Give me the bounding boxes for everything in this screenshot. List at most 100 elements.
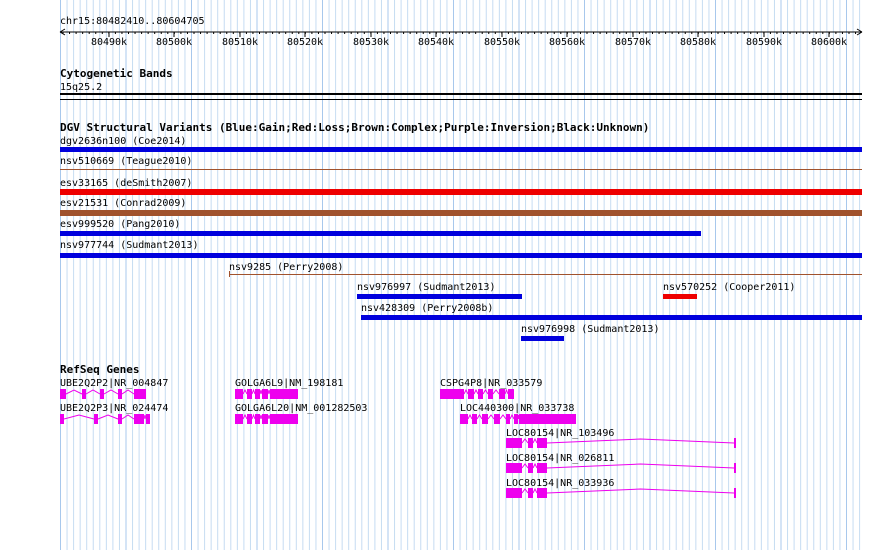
refseq-gene-exon[interactable]: [60, 389, 66, 399]
refseq-gene-exon[interactable]: [94, 414, 98, 424]
refseq-gene-exon[interactable]: [514, 414, 518, 424]
dgv-variant-bar[interactable]: [361, 315, 862, 320]
refseq-gene-exon[interactable]: [519, 414, 576, 424]
ruler-tick-label: 80590k: [746, 37, 782, 48]
dgv-track-header: DGV Structural Variants (Blue:Gain;Red:L…: [60, 121, 649, 134]
refseq-gene-exon[interactable]: [60, 414, 64, 424]
refseq-gene-exon[interactable]: [270, 414, 298, 424]
refseq-gene-exon[interactable]: [506, 463, 522, 473]
dgv-variant-label: dgv2636n100 (Coe2014): [60, 136, 186, 147]
refseq-gene-exon[interactable]: [494, 414, 500, 424]
refseq-gene-exon[interactable]: [262, 389, 268, 399]
refseq-gene-exon[interactable]: [528, 488, 533, 498]
refseq-gene-exon[interactable]: [468, 389, 474, 399]
refseq-gene-intron: [521, 463, 529, 469]
refseq-gene-exon[interactable]: [247, 389, 252, 399]
refseq-gene[interactable]: LOC80154|NR_103496: [506, 428, 736, 448]
refseq-gene[interactable]: LOC80154|NR_026811: [506, 453, 736, 473]
ruler-tick-label: 80550k: [484, 37, 520, 48]
refseq-gene-exon[interactable]: [506, 488, 522, 498]
dgv-variant-label: nsv977744 (Sudmant2013): [60, 240, 198, 251]
refseq-gene-label: GOLGA6L9|NM_198181: [235, 378, 343, 389]
refseq-gene-exon[interactable]: [460, 414, 468, 424]
refseq-gene-exon[interactable]: [472, 414, 477, 424]
cytoband-outline: [60, 99, 862, 100]
refseq-gene-exon[interactable]: [100, 389, 104, 399]
refseq-gene-exon[interactable]: [537, 463, 542, 473]
refseq-gene-exon[interactable]: [528, 438, 533, 448]
refseq-gene-intron: [463, 388, 469, 395]
refseq-gene-exon[interactable]: [542, 488, 547, 498]
dgv-variant-label: nsv510669 (Teague2010): [60, 156, 192, 167]
refseq-gene-exon[interactable]: [440, 389, 464, 399]
refseq-gene-exon[interactable]: [734, 438, 736, 448]
ruler-tick-label: 80560k: [549, 37, 585, 48]
dgv-variant[interactable]: nsv976997 (Sudmant2013): [357, 282, 522, 299]
refseq-gene-intron: [97, 414, 119, 420]
refseq-gene-exon[interactable]: [255, 389, 260, 399]
refseq-gene-exon[interactable]: [255, 414, 260, 424]
refseq-gene-intron: [467, 413, 473, 420]
dgv-variant-bar[interactable]: [521, 336, 564, 341]
refseq-gene-exon[interactable]: [528, 463, 533, 473]
refseq-gene-exon[interactable]: [134, 389, 146, 399]
refseq-gene-label: LOC80154|NR_103496: [506, 428, 614, 439]
refseq-gene-exon[interactable]: [118, 389, 122, 399]
refseq-gene-exon[interactable]: [82, 389, 86, 399]
dgv-variant-bar[interactable]: [60, 210, 862, 216]
ruler-tick-label: 80510k: [222, 37, 258, 48]
dgv-variant[interactable]: esv999520 (Pang2010): [60, 219, 701, 236]
dgv-variant[interactable]: nsv976998 (Sudmant2013): [521, 324, 659, 341]
refseq-gene-exon[interactable]: [537, 488, 542, 498]
refseq-gene-exon[interactable]: [734, 488, 736, 498]
refseq-gene-exon[interactable]: [247, 414, 252, 424]
cytoband-bar: [60, 93, 862, 95]
refseq-gene-exon[interactable]: [235, 389, 243, 399]
refseq-gene[interactable]: GOLGA6L9|NM_198181: [235, 378, 343, 399]
dgv-variant[interactable]: nsv428309 (Perry2008b): [361, 303, 862, 320]
dgv-variant-label: nsv976998 (Sudmant2013): [521, 324, 659, 335]
cytoband-track-header: Cytogenetic Bands: [60, 67, 173, 80]
refseq-gene-exon[interactable]: [537, 438, 542, 448]
dgv-variant-bar[interactable]: [60, 231, 701, 236]
refseq-gene-intron: [482, 389, 489, 395]
refseq-gene-exon[interactable]: [542, 438, 547, 448]
refseq-gene-intron: [532, 462, 538, 469]
refseq-gene-exon[interactable]: [235, 414, 243, 424]
refseq-gene-exon[interactable]: [506, 438, 522, 448]
dgv-variant-bar[interactable]: [357, 294, 522, 299]
dgv-variant-bar[interactable]: [60, 253, 862, 258]
dgv-variant-bar[interactable]: [663, 294, 697, 299]
refseq-gene-exon[interactable]: [118, 414, 122, 424]
refseq-gene-exon[interactable]: [506, 414, 510, 424]
refseq-gene-exon[interactable]: [542, 463, 547, 473]
refseq-gene-intron: [546, 488, 735, 494]
refseq-gene-exon[interactable]: [478, 389, 483, 399]
dgv-variant-label: nsv570252 (Cooper2011): [663, 282, 795, 293]
refseq-gene-exon[interactable]: [262, 414, 268, 424]
refseq-gene[interactable]: LOC440300|NR_033738: [460, 403, 576, 424]
refseq-gene-exon[interactable]: [146, 414, 150, 424]
dgv-variant-bar[interactable]: [60, 147, 862, 152]
refseq-gene-exon[interactable]: [488, 389, 493, 399]
ruler-tick-label: 80570k: [615, 37, 651, 48]
refseq-gene-exon[interactable]: [270, 389, 298, 399]
refseq-track-header: RefSeq Genes: [60, 363, 139, 376]
refseq-gene-exon[interactable]: [734, 463, 736, 473]
dgv-variant-bar[interactable]: [60, 189, 862, 195]
refseq-gene-intron: [259, 414, 263, 420]
refseq-gene-intron: [521, 488, 529, 494]
refseq-gene[interactable]: GOLGA6L20|NM_001282503: [235, 403, 367, 424]
dgv-variant-bar[interactable]: [60, 169, 862, 170]
refseq-gene-exon[interactable]: [482, 414, 488, 424]
refseq-gene-exon[interactable]: [134, 414, 144, 424]
dgv-variant-bar[interactable]: [229, 274, 862, 275]
ruler-tick-label: 80520k: [287, 37, 323, 48]
refseq-gene-intron: [532, 437, 538, 444]
refseq-gene[interactable]: LOC80154|NR_033936: [506, 478, 736, 498]
refseq-gene-exon[interactable]: [508, 389, 514, 399]
refseq-gene[interactable]: CSPG4P8|NR_033579: [440, 378, 542, 399]
refseq-gene-exon[interactable]: [499, 389, 505, 399]
dgv-variant[interactable]: nsv570252 (Cooper2011): [663, 282, 795, 299]
dgv-variant-label: nsv428309 (Perry2008b): [361, 303, 493, 314]
